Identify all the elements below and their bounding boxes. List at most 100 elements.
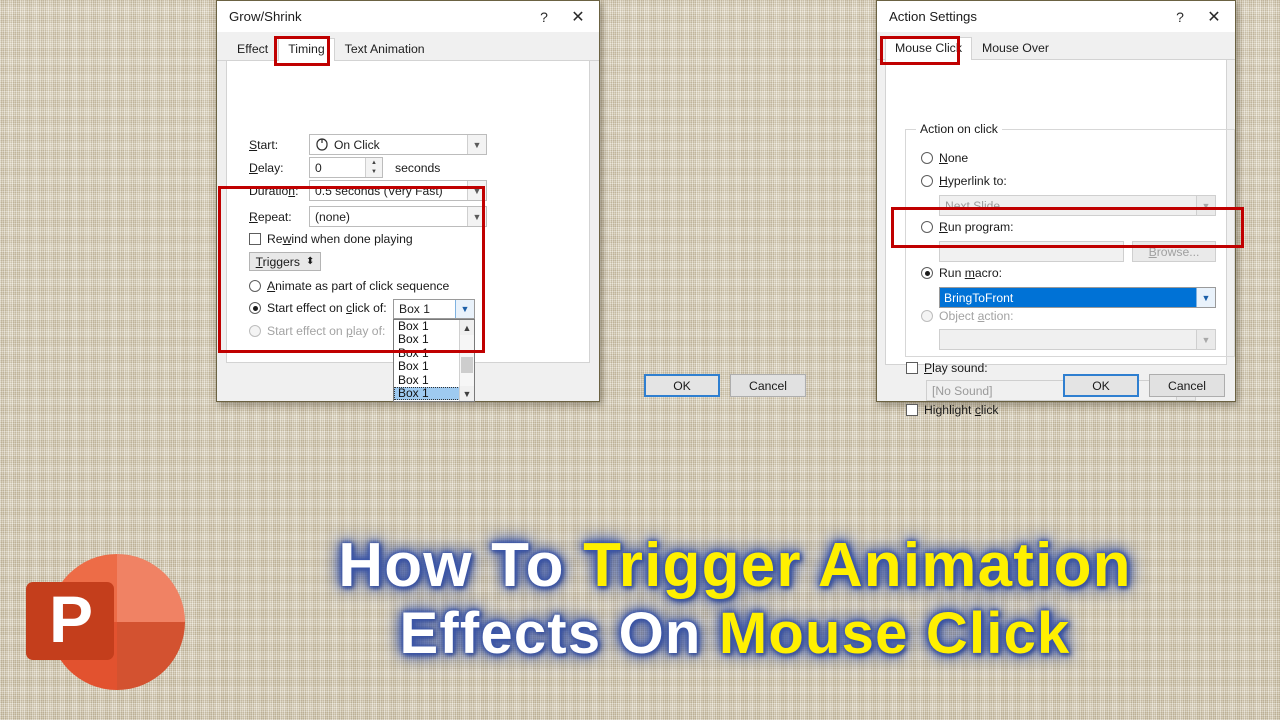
radio-dot [249, 302, 261, 314]
radio-run-program-label: Run program: [939, 220, 1014, 234]
logo-letter: P [49, 582, 93, 656]
radio-hyperlink-to-label: Hyperlink to: [939, 174, 1007, 188]
tab-timing[interactable]: Timing [278, 38, 335, 61]
repeat-label: Repeat: [249, 209, 292, 224]
trigger-object-value: Box 1 [399, 302, 430, 316]
updown-arrow-icon: ⬍ [305, 255, 315, 267]
grow-shrink-tabstrip: Effect Timing Text Animation [217, 37, 599, 61]
trigger-object-combo[interactable]: Box 1 ▼ [393, 299, 475, 319]
hyperlink-combo[interactable]: Next Slide ▼ [939, 195, 1216, 216]
radio-none-label: None [939, 151, 969, 165]
checkbox-box [906, 404, 918, 416]
play-sound-value: [No Sound] [932, 383, 993, 398]
title-text-block: How To Trigger Animation Effects On Mous… [196, 534, 1274, 664]
checkbox-box [906, 362, 918, 374]
radio-object-action-label: Object action: [939, 309, 1014, 323]
action-on-click-group: Action on click None Hyperlink to: Next … [905, 122, 1235, 357]
chevron-down-icon[interactable]: ▼ [1196, 196, 1215, 215]
radio-dot [921, 221, 933, 233]
grow-shrink-titlebar: Grow/Shrink ? ✕ [217, 1, 599, 32]
dropdown-scrollbar[interactable]: ▲ ▼ [459, 320, 474, 401]
timing-tab-panel: Start: On Click ▼ Delay: 0 ▲ ▼ seconds D… [226, 61, 590, 402]
mouse-icon [316, 138, 328, 151]
radio-run-macro-label: Run macro: [939, 266, 1003, 280]
delay-row: Delay: 0 ▲ ▼ seconds [249, 157, 440, 178]
chevron-down-icon[interactable]: ▼ [1196, 288, 1215, 307]
title-line-1-yellow: Trigger Animation [583, 531, 1132, 600]
cancel-button[interactable]: Cancel [1149, 374, 1225, 397]
radio-run-macro[interactable]: Run macro: [921, 266, 1002, 280]
run-macro-combo[interactable]: BringToFront ▼ [939, 287, 1216, 308]
ok-button[interactable]: OK [644, 374, 720, 397]
highlight-click-label: Highlight click [924, 403, 999, 417]
radio-dot [921, 267, 933, 279]
chevron-down-icon[interactable]: ▼ [455, 300, 474, 318]
spinner-down-icon[interactable]: ▼ [366, 168, 382, 178]
hyperlink-value: Next Slide [945, 198, 1001, 213]
checkbox-box [249, 233, 261, 245]
powerpoint-logo: P [26, 554, 185, 690]
object-action-combo: ▼ [939, 329, 1216, 350]
duration-combo[interactable]: 0.5 seconds (Very Fast) ▼ [309, 180, 487, 201]
tab-effect[interactable]: Effect [227, 38, 278, 61]
help-icon[interactable]: ? [1163, 3, 1197, 31]
radio-dot [921, 175, 933, 187]
chevron-down-icon[interactable]: ▼ [467, 207, 486, 226]
radio-hyperlink-to[interactable]: Hyperlink to: [921, 174, 1007, 188]
radio-object-action: Object action: [921, 309, 1014, 323]
start-label: Start: [249, 137, 279, 152]
triggers-button[interactable]: Triggers ⬍ [249, 252, 321, 271]
action-settings-titlebar: Action Settings ? ✕ [877, 1, 1235, 32]
grow-shrink-dialog: Grow/Shrink ? ✕ Effect Timing Text Anima… [216, 0, 806, 402]
play-sound-checkbox[interactable]: Play sound: [906, 361, 988, 375]
radio-dot [921, 310, 933, 322]
duration-label: Duration: [249, 183, 299, 198]
chevron-down-icon[interactable]: ▼ [467, 181, 486, 200]
run-program-input[interactable] [939, 241, 1124, 262]
repeat-row: Repeat: (none) ▼ [249, 206, 487, 227]
scroll-up-icon[interactable]: ▲ [460, 320, 474, 335]
radio-animate-sequence-label: Animate as part of click sequence [267, 279, 450, 293]
cancel-button[interactable]: Cancel [730, 374, 806, 397]
rewind-checkbox[interactable]: Rewind when done playing [249, 232, 413, 246]
action-settings-tabstrip: Mouse Click Mouse Over [877, 36, 1235, 60]
chevron-down-icon: ▼ [1196, 330, 1215, 349]
duration-row: Duration: 0.5 seconds (Very Fast) ▼ [249, 180, 487, 201]
delay-units: seconds [395, 160, 441, 175]
title-line-2: Effects On Mouse Click [196, 600, 1274, 666]
radio-animate-sequence[interactable]: Animate as part of click sequence [249, 279, 449, 293]
radio-run-program[interactable]: Run program: [921, 220, 1014, 234]
tab-mouse-click[interactable]: Mouse Click [885, 37, 972, 60]
spinner-up-icon[interactable]: ▲ [366, 158, 382, 168]
title-card: P How To Trigger Animation Effects On Mo… [0, 520, 1280, 720]
title-line-1-white: How To [338, 531, 584, 600]
help-icon[interactable]: ? [527, 3, 561, 31]
start-value: On Click [334, 137, 380, 152]
scrollbar-thumb[interactable] [461, 357, 473, 373]
close-icon[interactable]: ✕ [561, 3, 595, 31]
ok-button[interactable]: OK [1063, 374, 1139, 397]
scroll-down-icon[interactable]: ▼ [460, 386, 474, 401]
start-row: Start: On Click ▼ [249, 134, 487, 155]
delay-stepper[interactable]: 0 ▲ ▼ [309, 157, 383, 178]
spinner-buttons[interactable]: ▲ ▼ [365, 158, 382, 177]
tab-mouse-over[interactable]: Mouse Over [972, 37, 1059, 60]
radio-start-on-play-of-label: Start effect on play of: [267, 324, 386, 338]
repeat-combo[interactable]: (none) ▼ [309, 206, 487, 227]
title-line-2-white: Effects On [399, 600, 719, 666]
play-sound-label: Play sound: [924, 361, 988, 375]
radio-dot [249, 280, 261, 292]
highlight-click-checkbox[interactable]: Highlight click [906, 403, 999, 417]
rewind-label: Rewind when done playing [267, 232, 413, 246]
chevron-down-icon[interactable]: ▼ [467, 135, 486, 154]
trigger-dropdown-list[interactable]: Box 1 Box 1 Box 1 Box 1 Box 1 Box 1 ▲ ▼ [393, 319, 475, 402]
browse-button[interactable]: Browse... [1132, 241, 1216, 262]
start-combo[interactable]: On Click ▼ [309, 134, 487, 155]
close-icon[interactable]: ✕ [1197, 3, 1231, 31]
radio-start-on-click-of[interactable]: Start effect on click of: [249, 301, 387, 315]
radio-none[interactable]: None [921, 151, 968, 165]
delay-value: 0 [315, 160, 322, 175]
triggers-button-label: Triggers [255, 254, 300, 269]
delay-label: Delay: [249, 160, 284, 175]
tab-text-animation[interactable]: Text Animation [335, 38, 435, 61]
